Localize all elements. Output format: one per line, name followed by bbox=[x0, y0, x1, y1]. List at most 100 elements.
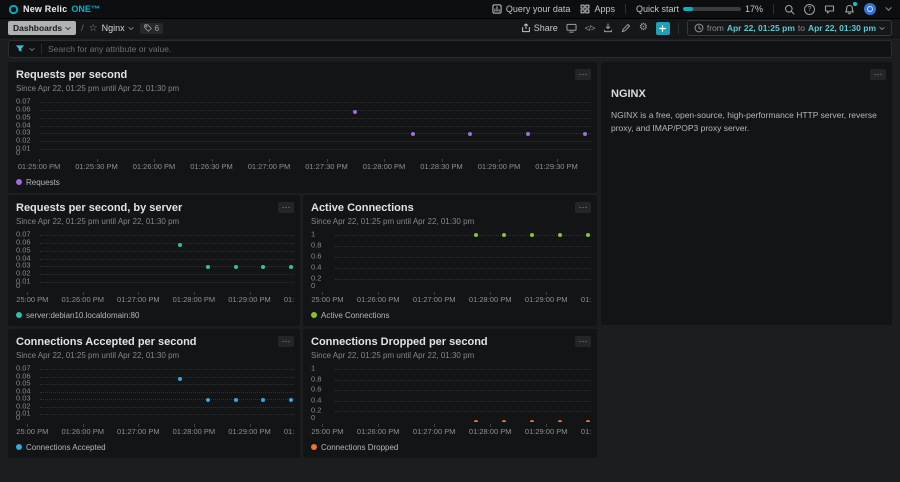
chart-plot[interactable]: 10.80.60.40.20 bbox=[311, 365, 591, 422]
brand-one: ONE™ bbox=[71, 4, 100, 14]
panel-menu-button[interactable]: ⋯ bbox=[575, 336, 591, 347]
newrelic-logo-icon bbox=[8, 4, 19, 15]
embed-code-button[interactable]: </> bbox=[585, 24, 595, 33]
x-tick-label: 01:28:00 PM bbox=[173, 427, 216, 435]
query-chart-icon bbox=[492, 4, 502, 14]
time-to-value: Apr 22, 01:30 pm bbox=[808, 23, 876, 33]
chart-legend: Requests bbox=[16, 176, 60, 188]
apps-link[interactable]: Apps bbox=[580, 4, 615, 14]
feedback-button[interactable] bbox=[824, 4, 835, 15]
chart-title: Requests per second, by server bbox=[16, 202, 182, 214]
quick-start-percent: 17% bbox=[745, 4, 763, 14]
gridline bbox=[40, 235, 294, 236]
dashboard-toolbar: Dashboards / ☆ Nginx 6 Share </> bbox=[0, 19, 900, 38]
y-tick-label: 0 bbox=[311, 281, 315, 290]
tags-badge[interactable]: 6 bbox=[140, 23, 163, 34]
x-tick-label: 01:25:00 PM bbox=[311, 427, 343, 435]
chart-panel-connections-accepted: Connections Accepted per second Since Ap… bbox=[8, 329, 300, 458]
tv-mode-button[interactable] bbox=[566, 23, 577, 33]
avatar bbox=[864, 3, 876, 15]
legend-item[interactable]: Connections Accepted bbox=[16, 443, 106, 452]
legend-label: Connections Accepted bbox=[26, 443, 106, 452]
nginx-info-panel: ⋯ NGINX NGINX is a free, open-source, hi… bbox=[601, 62, 892, 325]
code-icon: </> bbox=[585, 24, 595, 33]
panel-menu-button[interactable]: ⋯ bbox=[278, 202, 294, 213]
gridline bbox=[40, 399, 294, 400]
chart-panel-requests-by-server: Requests per second, by server Since Apr… bbox=[8, 195, 300, 326]
panel-menu-button[interactable]: ⋯ bbox=[575, 202, 591, 213]
share-button[interactable]: Share bbox=[521, 23, 558, 33]
data-point bbox=[474, 420, 478, 422]
data-point bbox=[353, 110, 357, 114]
dashboards-dropdown-button[interactable]: Dashboards bbox=[8, 21, 76, 35]
nginx-panel-title: NGINX bbox=[611, 88, 882, 100]
query-your-data-link[interactable]: Query your data bbox=[492, 4, 571, 14]
chart-legend: server:debian10.localdomain:80 bbox=[16, 309, 139, 321]
gridline bbox=[335, 369, 591, 370]
download-button[interactable] bbox=[603, 23, 613, 33]
legend-swatch bbox=[16, 179, 22, 185]
time-range-picker[interactable]: from Apr 22, 01:25 pm to Apr 22, 01:30 p… bbox=[687, 20, 892, 36]
gridline bbox=[335, 235, 591, 236]
dashboard-name-dropdown[interactable]: Nginx bbox=[102, 23, 134, 33]
notifications-button[interactable] bbox=[844, 4, 855, 15]
apps-grid-icon bbox=[580, 4, 590, 14]
chart-subtitle: Since Apr 22, 01:25 pm until Apr 22, 01:… bbox=[16, 217, 182, 226]
search-button[interactable] bbox=[784, 4, 795, 15]
gridline bbox=[40, 118, 591, 119]
legend-item[interactable]: Requests bbox=[16, 178, 60, 187]
gridline bbox=[40, 102, 591, 103]
chart-title: Active Connections bbox=[311, 202, 474, 214]
chart-plot[interactable]: 0.070.060.050.040.030.020.010 bbox=[16, 98, 591, 157]
quick-start-bar bbox=[683, 7, 741, 11]
chart-plot[interactable]: 0.070.060.050.040.030.020.010 bbox=[16, 231, 294, 290]
gridline bbox=[40, 259, 294, 260]
app-window: New Relic ONE™ Query your data Apps Quic… bbox=[0, 0, 900, 482]
newrelic-home-link[interactable]: New Relic ONE™ bbox=[8, 4, 100, 15]
chart-plot[interactable]: 0.070.060.050.040.030.020.010 bbox=[16, 365, 294, 422]
add-widget-button[interactable] bbox=[656, 22, 670, 35]
data-point bbox=[583, 132, 587, 136]
help-button[interactable]: ? bbox=[804, 4, 815, 15]
chart-plot[interactable]: 10.80.60.40.20 bbox=[311, 231, 591, 290]
data-point bbox=[526, 132, 530, 136]
filter-funnel-icon[interactable] bbox=[15, 44, 25, 54]
legend-item[interactable]: Connections Dropped bbox=[311, 443, 398, 452]
settings-button[interactable]: ⚙ bbox=[639, 23, 648, 33]
quick-start-progress[interactable]: Quick start 17% bbox=[636, 4, 763, 14]
user-menu-chevron[interactable] bbox=[885, 6, 892, 12]
legend-item[interactable]: server:debian10.localdomain:80 bbox=[16, 311, 139, 320]
data-point bbox=[178, 243, 182, 247]
chart-panel-connections-dropped: Connections Dropped per second Since Apr… bbox=[303, 329, 597, 458]
x-tick-label: 01:28:00 PM bbox=[173, 295, 216, 303]
panel-menu-button[interactable]: ⋯ bbox=[870, 69, 886, 80]
attribute-search-input[interactable] bbox=[48, 44, 885, 54]
y-tick-label: 0.8 bbox=[311, 374, 321, 383]
panel-menu-button[interactable]: ⋯ bbox=[575, 69, 591, 80]
data-point bbox=[234, 398, 238, 402]
y-tick-label: 0 bbox=[16, 281, 20, 290]
data-point bbox=[474, 233, 478, 237]
edit-button[interactable] bbox=[621, 23, 631, 33]
dashboard-name: Nginx bbox=[102, 23, 125, 33]
favorite-star-icon[interactable]: ☆ bbox=[89, 23, 98, 34]
data-point bbox=[206, 265, 210, 269]
x-tick-label: 01:26:00 PM bbox=[61, 427, 104, 435]
user-menu-button[interactable] bbox=[864, 3, 876, 15]
data-point bbox=[530, 233, 534, 237]
x-tick-label: 01:26:00 PM bbox=[357, 295, 400, 303]
data-point bbox=[586, 233, 590, 237]
y-tick-label: 0.6 bbox=[311, 385, 321, 394]
gridline bbox=[40, 126, 591, 127]
x-tick-label: 01:29:00 PM bbox=[228, 427, 271, 435]
x-tick-label: 01:29:00 PM bbox=[525, 427, 568, 435]
chart-x-axis: 01:25:00 PM01:26:00 PM01:27:00 PM01:28:0… bbox=[16, 424, 294, 435]
filter-bar bbox=[8, 40, 892, 58]
legend-item[interactable]: Active Connections bbox=[311, 311, 389, 320]
chart-subtitle: Since Apr 22, 01:25 pm until Apr 22, 01:… bbox=[16, 351, 197, 360]
time-from-label: from bbox=[707, 23, 724, 33]
data-point bbox=[178, 377, 182, 381]
panel-menu-button[interactable]: ⋯ bbox=[278, 336, 294, 347]
filter-dropdown-chevron[interactable] bbox=[29, 47, 35, 52]
gridline bbox=[335, 246, 591, 247]
